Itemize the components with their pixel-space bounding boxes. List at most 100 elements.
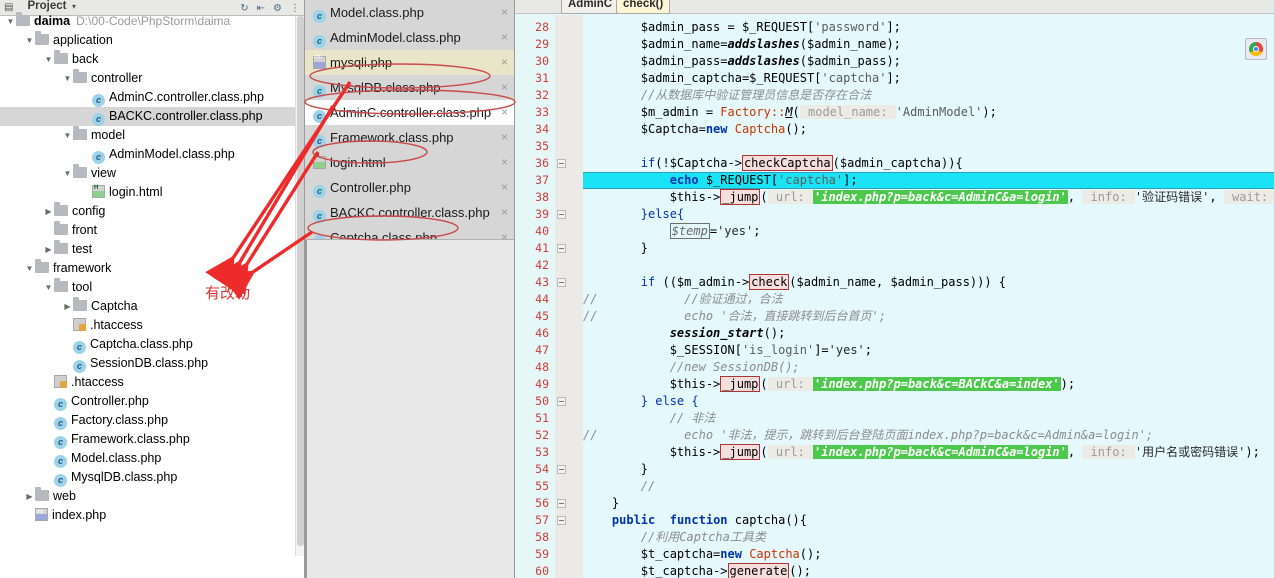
switcher-file-row[interactable]: c MysqlDB.class.php ×	[305, 75, 514, 100]
tree-row[interactable]: config	[0, 202, 304, 221]
code-content[interactable]: $admin_pass = $_REQUEST['password']; $ad…	[583, 15, 1275, 578]
chevron-right-icon[interactable]	[62, 297, 73, 316]
chevron-down-icon[interactable]: ▾	[72, 2, 76, 11]
chevron-right-icon[interactable]	[43, 240, 54, 259]
code-line[interactable]: $t_captcha=new Captcha();	[583, 546, 822, 563]
switcher-file-row[interactable]: c BACKC.controller.class.php ×	[305, 200, 514, 225]
switcher-file-row[interactable]: c Framework.class.php ×	[305, 125, 514, 150]
switcher-file-row[interactable]: c AdminC.controller.class.php ×	[305, 100, 514, 125]
tree-row[interactable]: .htaccess	[0, 373, 304, 392]
code-line[interactable]: public function captcha(){	[583, 512, 807, 529]
breadcrumb-class[interactable]: AdminC	[561, 0, 620, 14]
tree-row[interactable]: c Controller.php	[0, 392, 304, 411]
code-line[interactable]: }else{	[583, 206, 684, 223]
fold-toggle-icon[interactable]	[557, 516, 566, 525]
code-line[interactable]: } else {	[583, 393, 699, 410]
code-line[interactable]: $this-> _jump( url: 'index.php?p=back&c=B…	[583, 376, 1075, 393]
tree-row[interactable]: c Factory.class.php	[0, 411, 304, 430]
tree-row[interactable]: c Framework.class.php	[0, 430, 304, 449]
code-line[interactable]: //从数据库中验证管理员信息是否存在合法	[583, 87, 871, 104]
tree-row[interactable]: controller	[0, 69, 304, 88]
chevron-down-icon[interactable]	[43, 50, 54, 69]
code-line[interactable]: $admin_pass=addslashes($admin_pass);	[583, 53, 901, 70]
tree-row[interactable]: login.html	[0, 179, 304, 202]
close-icon[interactable]: ×	[501, 200, 508, 225]
tree-row[interactable]: framework	[0, 259, 304, 278]
tree-row[interactable]: Captcha	[0, 297, 304, 316]
close-icon[interactable]: ×	[501, 0, 508, 25]
switcher-file-row[interactable]: c Controller.php ×	[305, 175, 514, 200]
fold-toggle-icon[interactable]	[557, 210, 566, 219]
switcher-file-row[interactable]: login.html ×	[305, 144, 514, 175]
code-line[interactable]: if (($m_admin-> check ($admin_name, $admin…	[583, 274, 1006, 291]
chevron-right-icon[interactable]	[24, 487, 35, 506]
close-icon[interactable]: ×	[501, 175, 508, 200]
tree-row[interactable]: c SessionDB.class.php	[0, 354, 304, 373]
project-scrollbar-thumb[interactable]	[297, 16, 304, 546]
switcher-file-row[interactable]: mysqli.php ×	[305, 45, 514, 75]
chevron-down-icon[interactable]	[24, 31, 35, 50]
code-line[interactable]: $_SESSION['is_login']='yes';	[583, 342, 872, 359]
switcher-file-list[interactable]: cModel.class.php×cAdminModel.class.php×m…	[305, 0, 514, 250]
close-icon[interactable]: ×	[501, 50, 508, 75]
fold-toggle-icon[interactable]	[557, 244, 566, 253]
code-line[interactable]: $this-> _jump( url: 'index.php?p=back&c=A…	[583, 444, 1260, 461]
tree-row[interactable]: index.php	[0, 503, 304, 525]
chevron-down-icon[interactable]	[43, 278, 54, 297]
switcher-file-row[interactable]: c AdminModel.class.php ×	[305, 25, 514, 50]
editor-gutter[interactable]: 28 29 30 31 32 33 34 35 36 37 38 39 40 41 42 43 44 45 46 47…	[515, 15, 555, 578]
tree-row[interactable]: c Model.class.php	[0, 449, 304, 468]
tree-row[interactable]: view	[0, 164, 304, 183]
switcher-file-row[interactable]: c Model.class.php ×	[305, 0, 514, 25]
editor-fold-strip[interactable]	[555, 15, 571, 578]
fold-toggle-icon[interactable]	[557, 278, 566, 287]
tree-row-root[interactable]: daima D:\00-Code\PhpStorm\daima	[0, 12, 304, 31]
chevron-right-icon[interactable]	[43, 202, 54, 221]
chevron-down-icon[interactable]	[24, 259, 35, 278]
chevron-down-icon[interactable]	[62, 69, 73, 88]
code-line[interactable]: //利用Captcha工具类	[583, 529, 766, 546]
code-line[interactable]: //new SessionDB();	[583, 359, 800, 376]
tree-row[interactable]: c Captcha.class.php	[0, 335, 304, 354]
tree-row[interactable]: c AdminC.controller.class.php	[0, 88, 304, 107]
tree-row[interactable]: c BACKC.controller.class.php	[0, 107, 304, 126]
tree-row[interactable]: .htaccess	[0, 316, 304, 335]
tree-row[interactable]: tool	[0, 278, 304, 297]
code-line[interactable]: $this-> _jump( url: 'index.php?p=back&c=A…	[583, 189, 1275, 206]
code-editor[interactable]: AdminC check() 28 29 30 31 32 33 34 35 36 37 38 39 4…	[515, 0, 1275, 578]
fold-toggle-icon[interactable]	[557, 159, 566, 168]
code-line[interactable]: $m_admin = Factory::M( model_name: 'Admi…	[583, 104, 997, 121]
recent-files-switcher[interactable]: cModel.class.php×cAdminModel.class.php×m…	[305, 0, 515, 578]
tree-row[interactable]: back	[0, 50, 304, 69]
fold-toggle-icon[interactable]	[557, 499, 566, 508]
fold-toggle-icon[interactable]	[557, 465, 566, 474]
project-scrollbar[interactable]	[295, 16, 304, 556]
code-line[interactable]: // 非法	[583, 410, 716, 427]
breadcrumb-method[interactable]: check()	[616, 0, 671, 14]
code-line[interactable]: }	[583, 461, 648, 478]
code-line[interactable]: }	[583, 495, 619, 512]
tree-row[interactable]: application	[0, 31, 304, 50]
tree-row[interactable]: web	[0, 487, 304, 506]
project-tree[interactable]: daima D:\00-Code\PhpStorm\daima applicatio…	[0, 12, 304, 525]
code-line[interactable]: $admin_name=addslashes($admin_name);	[583, 36, 901, 53]
code-line[interactable]: //	[583, 478, 655, 495]
close-icon[interactable]: ×	[501, 75, 508, 100]
chrome-icon[interactable]	[1245, 38, 1267, 60]
code-line[interactable]: $admin_pass = $_REQUEST['password'];	[583, 19, 901, 36]
code-line[interactable]: $temp ='yes';	[583, 223, 760, 240]
code-line[interactable]: $admin_captcha=$_REQUEST['captcha'];	[583, 70, 901, 87]
chevron-down-icon[interactable]	[62, 164, 73, 183]
code-line[interactable]: // //验证通过，合法	[583, 291, 783, 308]
chevron-down-icon[interactable]	[5, 12, 16, 31]
tree-row[interactable]: c MysqlDB.class.php	[0, 468, 304, 487]
code-line[interactable]: session_start();	[583, 325, 786, 342]
code-line[interactable]: $t_captcha-> generate ();	[583, 563, 811, 578]
tree-row[interactable]: model	[0, 126, 304, 145]
close-icon[interactable]: ×	[501, 125, 508, 150]
code-line[interactable]: echo $_REQUEST['captcha'];	[583, 172, 858, 189]
fold-toggle-icon[interactable]	[557, 397, 566, 406]
close-icon[interactable]: ×	[501, 150, 508, 175]
chevron-down-icon[interactable]	[62, 126, 73, 145]
code-line[interactable]: // echo '非法，提示，跳转到后台登陆页面index.php?p=back…	[583, 427, 1153, 444]
